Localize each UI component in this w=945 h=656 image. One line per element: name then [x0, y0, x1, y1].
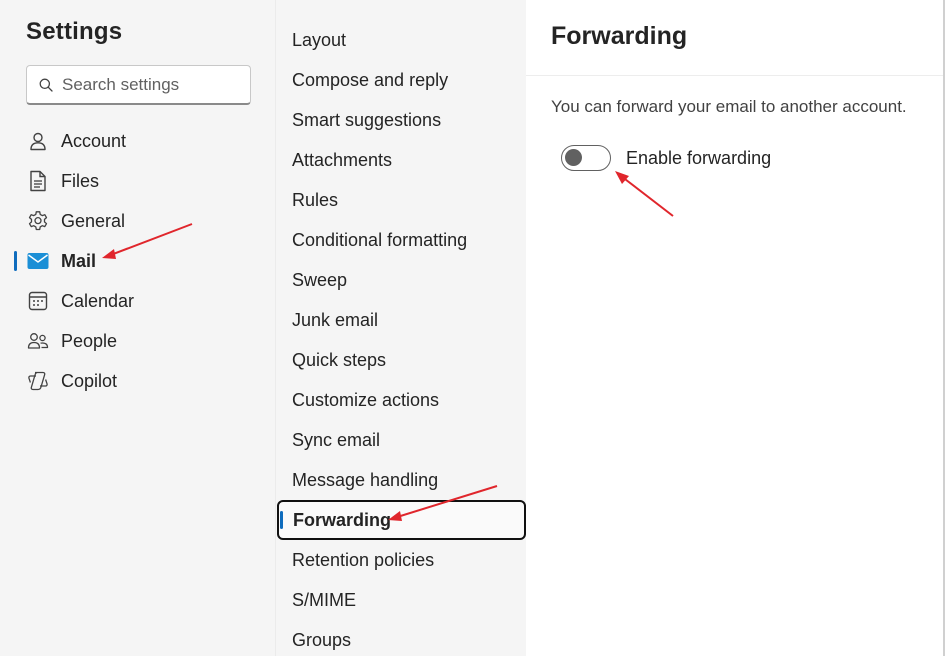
toggle-knob: [565, 149, 582, 166]
search-box[interactable]: [26, 65, 251, 105]
sub-item-conditional-formatting[interactable]: Conditional formatting: [276, 220, 527, 260]
sub-item-layout[interactable]: Layout: [276, 20, 527, 60]
gear-icon: [27, 210, 49, 232]
enable-forwarding-row: Enable forwarding: [561, 145, 771, 171]
mail-icon: [27, 250, 49, 272]
nav-item-mail[interactable]: Mail: [0, 241, 275, 281]
sub-item-forwarding[interactable]: Forwarding: [277, 500, 526, 540]
nav-item-people[interactable]: People: [0, 321, 275, 361]
person-icon: [27, 130, 49, 152]
sub-item-groups[interactable]: Groups: [276, 620, 527, 656]
nav-item-calendar[interactable]: Calendar: [0, 281, 275, 321]
people-icon: [27, 330, 49, 352]
forwarding-description: You can forward your email to another ac…: [551, 97, 907, 116]
enable-forwarding-label[interactable]: Enable forwarding: [626, 148, 771, 169]
sub-item-retention-policies[interactable]: Retention policies: [276, 540, 527, 580]
pane-header: Forwarding: [526, 0, 943, 76]
sub-item-junk-email[interactable]: Junk email: [276, 300, 527, 340]
sub-item-sync-email[interactable]: Sync email: [276, 420, 527, 460]
sub-item-attachments[interactable]: Attachments: [276, 140, 527, 180]
forwarding-pane: Forwarding You can forward your email to…: [526, 0, 945, 656]
search-icon: [39, 78, 53, 92]
nav-item-files[interactable]: Files: [0, 161, 275, 201]
nav-item-label: Copilot: [61, 370, 118, 391]
nav-item-general[interactable]: General: [0, 201, 275, 241]
pane-title: Forwarding: [551, 22, 688, 50]
copilot-icon: [27, 370, 49, 392]
mail-settings-pane: Layout Compose and reply Smart suggestio…: [275, 0, 526, 656]
nav-item-label: General: [61, 210, 126, 231]
search-input[interactable]: [62, 74, 232, 95]
calendar-icon: [27, 290, 49, 312]
sub-item-message-handling[interactable]: Message handling: [276, 460, 527, 500]
sub-item-quick-steps[interactable]: Quick steps: [276, 340, 527, 380]
sub-item-sweep[interactable]: Sweep: [276, 260, 527, 300]
settings-category-list: Account Files General Mail Calendar Peop…: [0, 121, 275, 401]
settings-nav-pane: Settings Account Files General: [0, 0, 275, 656]
nav-item-label: Mail: [61, 250, 97, 271]
file-icon: [27, 170, 49, 192]
enable-forwarding-toggle[interactable]: [561, 145, 611, 171]
sub-item-customize-actions[interactable]: Customize actions: [276, 380, 527, 420]
sub-item-smime[interactable]: S/MIME: [276, 580, 527, 620]
nav-item-account[interactable]: Account: [0, 121, 275, 161]
mail-settings-list: Layout Compose and reply Smart suggestio…: [276, 20, 527, 656]
settings-title: Settings: [26, 18, 123, 45]
nav-item-label: Files: [61, 170, 100, 191]
nav-item-copilot[interactable]: Copilot: [0, 361, 275, 401]
sub-item-compose-and-reply[interactable]: Compose and reply: [276, 60, 527, 100]
nav-item-label: Calendar: [61, 290, 135, 311]
sub-item-smart-suggestions[interactable]: Smart suggestions: [276, 100, 527, 140]
sub-item-rules[interactable]: Rules: [276, 180, 527, 220]
nav-item-label: People: [61, 330, 118, 351]
nav-item-label: Account: [61, 130, 127, 151]
